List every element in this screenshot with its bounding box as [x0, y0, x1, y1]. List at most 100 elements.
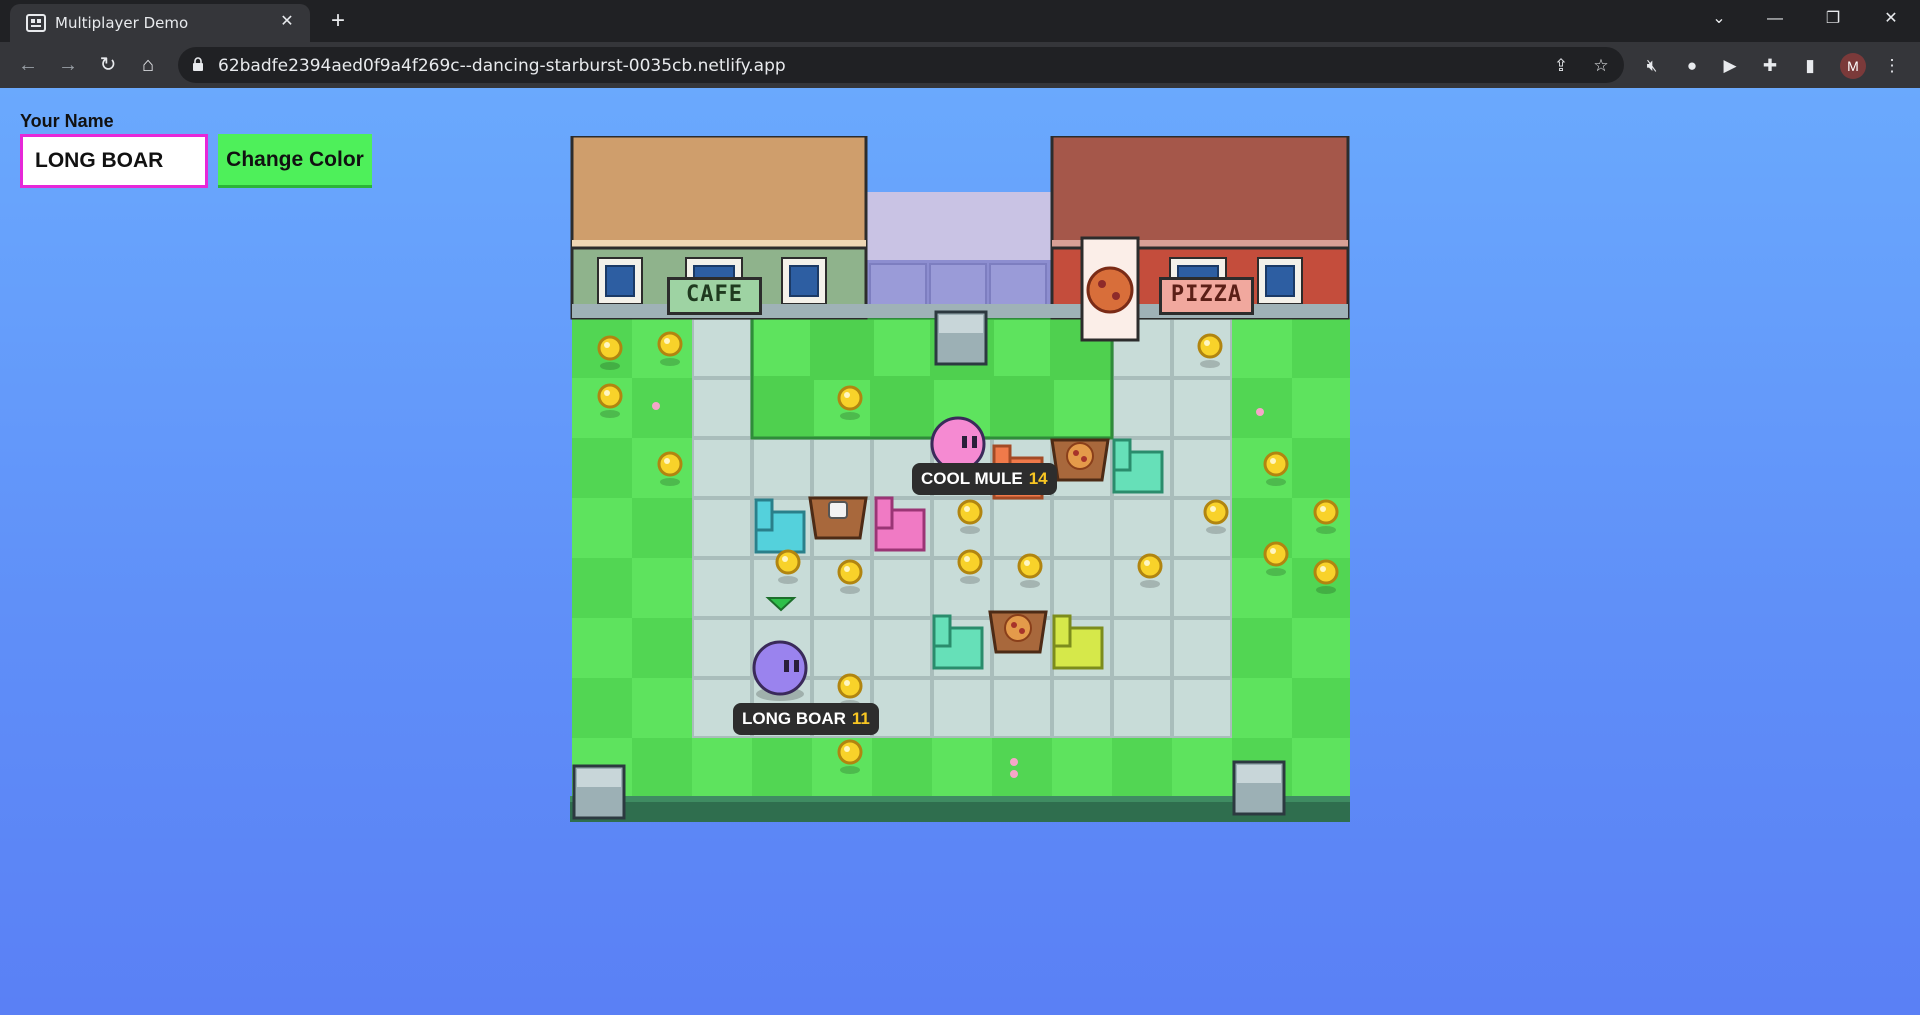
restore-icon[interactable]: ❐	[1810, 0, 1856, 38]
tab-title: Multiplayer Demo	[55, 14, 189, 32]
floor-tile	[1112, 678, 1172, 738]
forward-icon[interactable]: →	[54, 51, 82, 79]
chair-lime-back	[1052, 614, 1072, 648]
coin-shadow	[840, 586, 860, 594]
wall-brick	[989, 263, 1047, 309]
floor-tile	[1172, 678, 1232, 738]
chair-pink-back	[874, 496, 894, 530]
coin-shadow	[1200, 360, 1220, 368]
grass-tile	[1232, 378, 1292, 438]
coin	[597, 335, 623, 361]
close-window-icon[interactable]: ✕	[1868, 0, 1914, 38]
coin	[1137, 553, 1163, 579]
floor-tile	[692, 318, 752, 378]
coin-shadow	[1020, 580, 1040, 588]
new-tab-icon[interactable]: +	[324, 8, 352, 36]
coin-shine	[844, 680, 850, 686]
reload-icon[interactable]: ↻	[94, 51, 122, 79]
media-icon[interactable]: ▶	[1718, 54, 1742, 78]
pepperoni	[1081, 456, 1087, 462]
floor-tile	[932, 678, 992, 738]
name-input[interactable]	[20, 134, 208, 188]
change-color-button[interactable]: Change Color	[218, 134, 372, 188]
game-favicon-icon	[26, 14, 46, 32]
coin-shadow	[1316, 586, 1336, 594]
coin-shine	[1320, 506, 1326, 512]
menu-kebab-icon[interactable]: ⋮	[1880, 54, 1904, 78]
grass-tile	[752, 738, 812, 798]
coin	[957, 499, 983, 525]
coin	[837, 385, 863, 411]
home-icon[interactable]: ⌂	[134, 51, 162, 79]
coin-shine	[844, 746, 850, 752]
coin-shine	[844, 566, 850, 572]
floor-tile	[1112, 378, 1172, 438]
coin	[957, 549, 983, 575]
player-long-boar-eye	[784, 660, 789, 672]
coin-shine	[1144, 560, 1150, 566]
profile-avatar[interactable]: M	[1840, 53, 1866, 79]
grass-tile	[572, 438, 632, 498]
floor-tile	[1112, 498, 1172, 558]
game-board[interactable]: CAFE PIZZA COOL MULE 14 LONG BOAR 11	[570, 136, 1350, 836]
grass-tile	[1232, 678, 1292, 738]
grass-tile	[572, 618, 632, 678]
tab-search-icon[interactable]: ⌄	[1696, 0, 1742, 38]
coin	[1197, 333, 1223, 359]
coin-shadow	[1316, 526, 1336, 534]
coin-shine	[782, 556, 788, 562]
bookmark-star-icon[interactable]: ☆	[1590, 55, 1612, 77]
coin-shine	[964, 556, 970, 562]
address-bar[interactable]: 62badfe2394aed0f9a4f269c--dancing-starbu…	[178, 47, 1624, 83]
coin	[837, 559, 863, 585]
grass-tile	[692, 738, 752, 798]
pizza-plate	[1066, 442, 1094, 470]
coin-shadow	[1266, 568, 1286, 576]
coin-shadow	[840, 766, 860, 774]
extension-icon[interactable]: ●	[1680, 54, 1704, 78]
floor-tile	[1172, 618, 1232, 678]
pizza-sign: PIZZA	[1159, 277, 1254, 315]
wall-brick	[929, 263, 987, 309]
coin-shadow	[600, 410, 620, 418]
share-icon[interactable]: ⇪	[1550, 55, 1572, 77]
player-cool-mule-eye	[972, 436, 977, 448]
extensions-puzzle-icon[interactable]: ✚	[1758, 54, 1782, 78]
tab-bar: Multiplayer Demo ✕ + ⌄ — ❐ ✕	[0, 0, 1920, 42]
floor-tile	[1052, 558, 1112, 618]
grass-tile	[1292, 438, 1350, 498]
grass-tile	[632, 738, 692, 798]
player-cool-mule-eye	[962, 436, 967, 448]
close-tab-icon[interactable]: ✕	[276, 11, 298, 33]
floor-tile	[692, 558, 752, 618]
side-panel-icon[interactable]: ▮	[1798, 54, 1822, 78]
pizza-roof	[1050, 136, 1350, 250]
coin-shadow	[1266, 478, 1286, 486]
grass-tile	[1292, 738, 1350, 798]
back-icon[interactable]: ←	[14, 51, 42, 79]
floor-tile	[992, 498, 1052, 558]
coin-shadow	[660, 478, 680, 486]
grass-tile	[632, 618, 692, 678]
coin-shine	[604, 390, 610, 396]
pizza-banner-icon	[1086, 266, 1134, 314]
floor-tile	[812, 438, 872, 498]
grass-tile	[754, 320, 810, 376]
chair-cyan-back	[754, 498, 774, 532]
pepperoni	[1073, 450, 1079, 456]
pizza-plate	[1004, 614, 1032, 642]
crate-box-top	[1237, 765, 1281, 783]
grass-tile	[632, 558, 692, 618]
minimize-icon[interactable]: —	[1752, 0, 1798, 38]
coin-shine	[1204, 340, 1210, 346]
floor-tile	[1172, 378, 1232, 438]
wall-brick	[869, 263, 927, 309]
coin	[1203, 499, 1229, 525]
coin-shadow	[660, 358, 680, 366]
grass-tile	[874, 320, 930, 376]
browser-tab[interactable]: Multiplayer Demo ✕	[10, 4, 310, 42]
coin-shine	[844, 392, 850, 398]
floor-tile	[692, 618, 752, 678]
coin-shadow	[960, 526, 980, 534]
mute-icon[interactable]: 🔇︎	[1640, 54, 1664, 78]
